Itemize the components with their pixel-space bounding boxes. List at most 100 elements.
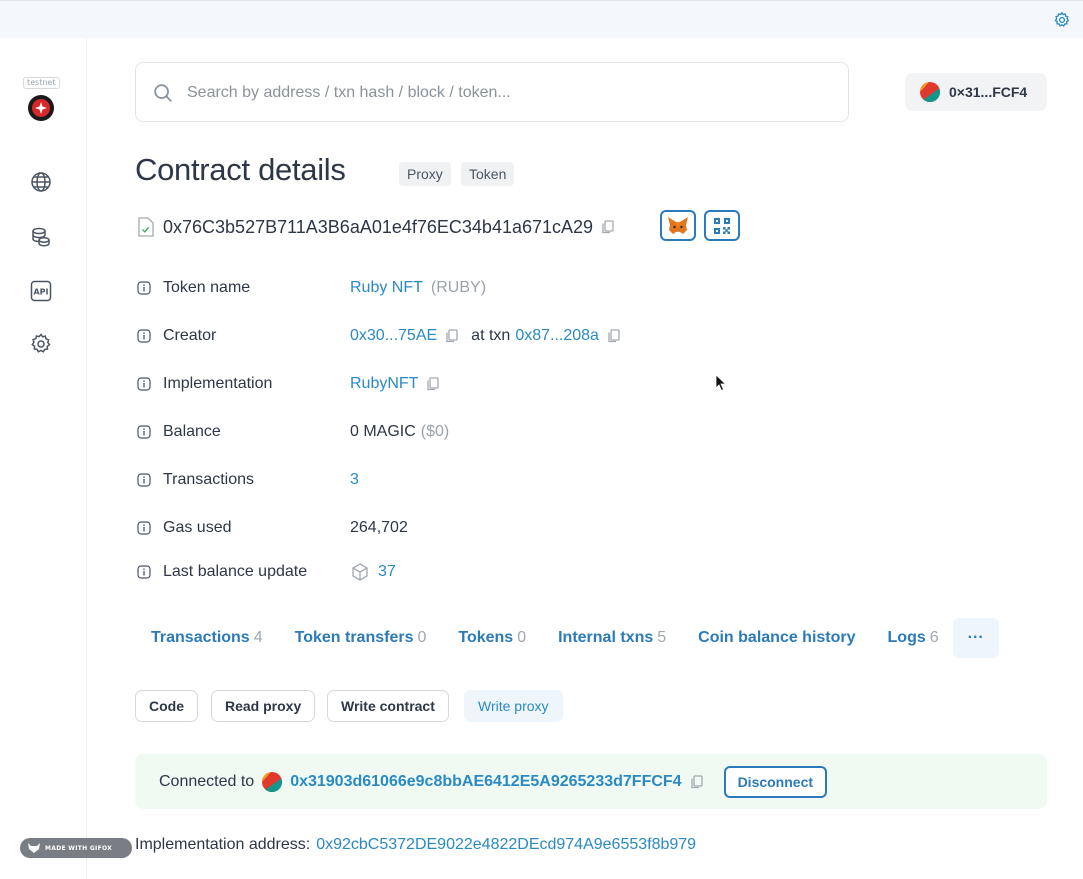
tab-logs[interactable]: Logs 6 [872, 618, 953, 658]
mouse-cursor-icon [715, 374, 727, 392]
implementation-address-label: Implementation address: [135, 836, 311, 853]
implementation-address-link[interactable]: 0x92cbC5372DE9022e4822DEcd974A9e6553f8b9… [316, 836, 696, 853]
search-input[interactable] [187, 80, 827, 106]
tab-label: Coin balance history [698, 629, 856, 646]
subtab-code[interactable]: Code [135, 690, 198, 722]
info-icon[interactable] [137, 521, 151, 535]
token-tag: Token [461, 162, 515, 186]
implementation-address-row: Implementation address: 0x92cbC5372DE9022… [135, 836, 696, 854]
creator-txn-link[interactable]: 0x87...208a [515, 327, 599, 345]
implementation-label: Implementation [163, 375, 273, 392]
qr-code-button[interactable] [704, 210, 740, 241]
balance-usd: ($0) [420, 423, 450, 440]
implementation-link[interactable]: RubyNFT [350, 375, 418, 393]
creator-row: Creator [137, 326, 216, 346]
contract-address-row: 0x76C3b527B711A3B6aA01e4f76EC34b41a671cA… [137, 212, 615, 242]
info-icon[interactable] [137, 473, 151, 487]
subtab-write-contract[interactable]: Write contract [327, 690, 449, 722]
gifox-watermark: MADE WITH GIFOX [20, 838, 132, 858]
at-txn-text: at txn [471, 327, 511, 344]
transactions-label: Transactions [163, 471, 254, 488]
info-icon[interactable] [137, 281, 151, 295]
implementation-row: Implementation [137, 374, 272, 394]
info-icon[interactable] [137, 425, 151, 439]
search-icon [154, 84, 172, 102]
transactions-count-link[interactable]: 3 [350, 471, 359, 489]
api-icon[interactable]: API [29, 279, 53, 303]
top-bar [0, 0, 1083, 38]
creator-value: 0x30...75AE at txn 0x87...208a [350, 326, 621, 346]
settings-gear-icon[interactable] [1053, 11, 1071, 29]
network-logo-icon[interactable] [27, 94, 55, 122]
sidebar: testnet API [0, 38, 87, 879]
wallet-avatar [262, 771, 283, 792]
transactions-row: Transactions [137, 470, 254, 490]
implementation-value: RubyNFT [350, 374, 440, 394]
copy-icon[interactable] [601, 220, 615, 234]
tokens-coins-icon[interactable] [29, 225, 53, 249]
disconnect-button[interactable]: Disconnect [723, 765, 828, 798]
tab-label: Logs [887, 629, 926, 646]
last-balance-update-value: 37 [350, 562, 396, 582]
globe-icon[interactable] [29, 170, 53, 194]
copy-icon[interactable] [607, 329, 621, 343]
balance-value: 0 MAGIC ($0) [350, 422, 449, 442]
tab-tokens[interactable]: Tokens 0 [442, 618, 542, 658]
token-name-value: Ruby NFT (RUBY) [350, 278, 486, 298]
transactions-value: 3 [350, 470, 359, 490]
info-icon[interactable] [137, 377, 151, 391]
tab-count: 6 [929, 629, 939, 646]
block-number-link[interactable]: 37 [378, 563, 396, 581]
settings-icon[interactable] [29, 332, 53, 356]
tab-label: Tokens [458, 629, 514, 646]
account-avatar [920, 82, 940, 102]
tab-transactions[interactable]: Transactions 4 [135, 618, 279, 658]
info-icon[interactable] [137, 329, 151, 343]
tab-token-transfers[interactable]: Token transfers 0 [279, 618, 443, 658]
block-cube-icon [352, 563, 368, 581]
copy-icon[interactable] [426, 377, 440, 391]
gas-used-row: Gas used [137, 518, 231, 538]
account-button[interactable]: 0×31...FCF4 [905, 73, 1047, 111]
last-balance-update-label: Last balance update [163, 563, 308, 580]
tab-count: 5 [657, 629, 667, 646]
tab-count: 0 [417, 629, 427, 646]
tab-label: Transactions [151, 629, 250, 646]
token-symbol: (RUBY) [430, 279, 487, 296]
subtab-read-proxy[interactable]: Read proxy [211, 690, 316, 722]
search-bar[interactable] [135, 62, 849, 122]
connected-to-label: Connected to [159, 772, 255, 790]
metamask-fox-icon [668, 216, 688, 234]
tab-internal-txns[interactable]: Internal txns 5 [542, 618, 682, 658]
tab-label: Internal txns [558, 629, 654, 646]
svg-text:API: API [33, 288, 48, 297]
copy-icon[interactable] [445, 329, 459, 343]
account-address: 0×31...FCF4 [949, 84, 1028, 100]
balance-row: Balance [137, 422, 221, 442]
info-icon[interactable] [137, 565, 151, 579]
last-balance-update-row: Last balance update [137, 562, 307, 582]
add-to-metamask-button[interactable] [660, 210, 696, 241]
contract-address: 0x76C3b527B711A3B6aA01e4f76EC34b41a671cA… [163, 216, 594, 237]
tabs-more-button[interactable]: ··· [952, 618, 999, 658]
contract-file-icon [138, 217, 154, 237]
creator-address-link[interactable]: 0x30...75AE [350, 327, 437, 345]
testnet-badge: testnet [23, 77, 60, 89]
gas-used-value: 264,702 [350, 518, 408, 538]
network-logo-block[interactable]: testnet [23, 72, 60, 127]
token-name-row: Token name [137, 278, 250, 298]
connected-wallet-banner: Connected to 0x31903d61066e9c8bbAE6412E5… [135, 754, 1047, 809]
balance-amount: 0 MAGIC [350, 423, 416, 440]
copy-icon[interactable] [690, 774, 704, 789]
gas-used-label: Gas used [163, 519, 232, 536]
watermark-text: MADE WITH GIFOX [45, 844, 113, 852]
tab-coin-balance-history[interactable]: Coin balance history [682, 618, 871, 658]
connected-address-link[interactable]: 0x31903d61066e9c8bbAE6412E5A9265233d7FFC… [290, 773, 681, 791]
contract-tabs: Transactions 4 Token transfers 0 Tokens 0 I… [135, 618, 999, 658]
proxy-tag: Proxy [399, 162, 451, 186]
subtab-write-proxy[interactable]: Write proxy [464, 690, 563, 722]
token-name-link[interactable]: Ruby NFT [350, 279, 423, 297]
creator-label: Creator [163, 327, 217, 344]
tab-count: 0 [517, 629, 527, 646]
page-title: Contract details [135, 152, 346, 187]
